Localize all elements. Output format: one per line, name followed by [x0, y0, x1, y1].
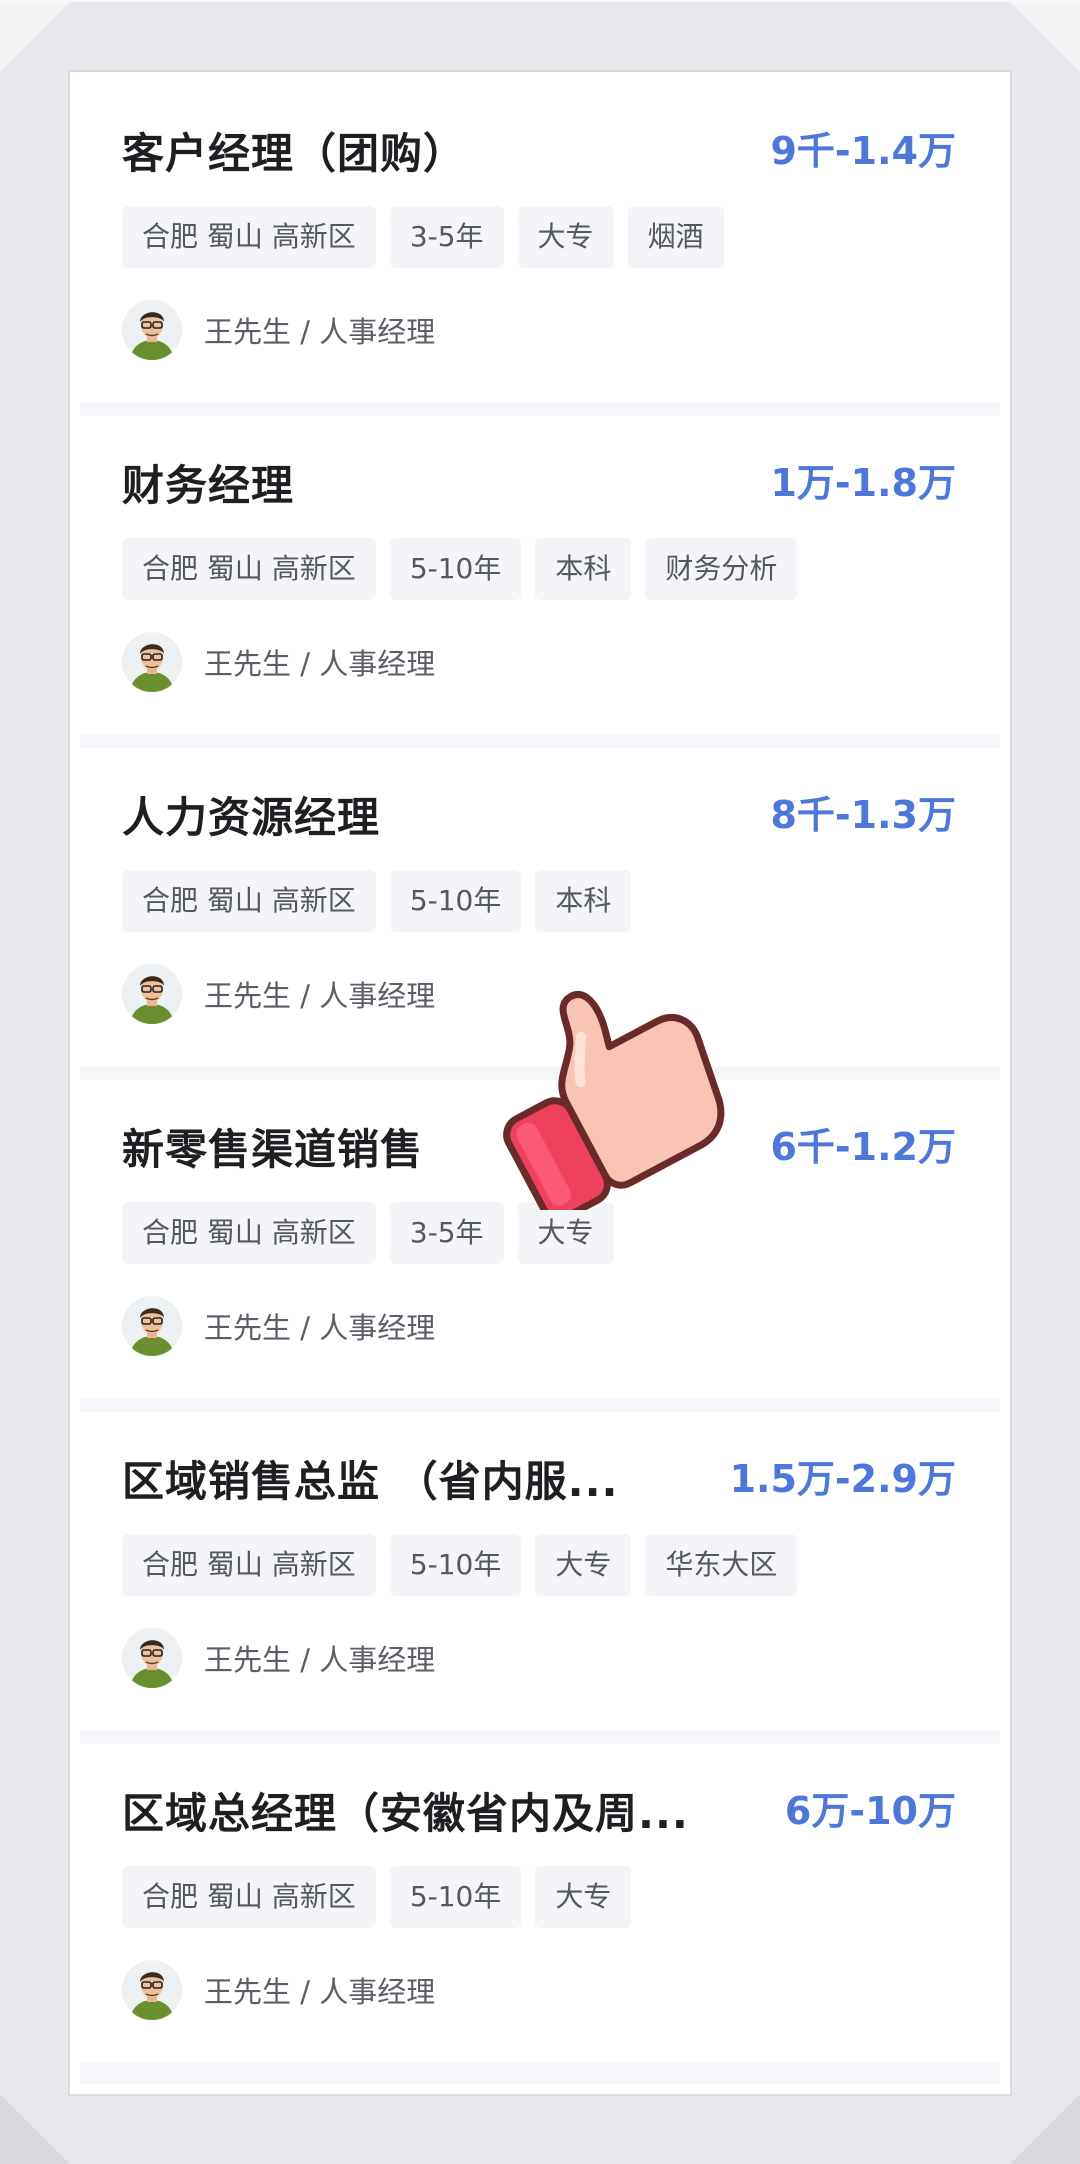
job-poster: 王先生 / 人事经理 [122, 1960, 435, 2020]
job-tags: 合肥 蜀山 高新区 5-10年 大专 [122, 1866, 632, 1928]
job-card[interactable]: 财务经理 1万-1.8万 合肥 蜀山 高新区 5-10年 本科 财务分析 王先生… [80, 416, 1000, 734]
job-salary: 9千-1.4万 [770, 129, 956, 173]
avatar [122, 300, 182, 360]
education-tag: 大专 [517, 206, 614, 268]
avatar [122, 1628, 182, 1688]
job-card[interactable]: 客户经理（团购） 9千-1.4万 合肥 蜀山 高新区 3-5年 大专 烟酒 王先… [80, 84, 1000, 402]
experience-tag: 5-10年 [389, 1866, 522, 1928]
poster-name: 王先生 / 人事经理 [204, 979, 436, 1013]
job-tags: 合肥 蜀山 高新区 5-10年 本科 财务分析 [122, 538, 798, 600]
experience-tag: 3-5年 [389, 206, 504, 268]
job-poster: 王先生 / 人事经理 [122, 1296, 435, 1356]
location-tag: 合肥 蜀山 高新区 [122, 1866, 376, 1928]
location-tag: 合肥 蜀山 高新区 [122, 1202, 376, 1264]
job-title: 客户经理（团购） [122, 129, 467, 178]
location-tag: 合肥 蜀山 高新区 [122, 870, 376, 932]
avatar [122, 964, 182, 1024]
location-tag: 合肥 蜀山 高新区 [122, 206, 376, 268]
job-poster: 王先生 / 人事经理 [122, 964, 435, 1024]
frame-bevel [1010, 2094, 1080, 2164]
location-tag: 合肥 蜀山 高新区 [122, 538, 376, 600]
poster-name: 王先生 / 人事经理 [204, 1311, 436, 1345]
job-card[interactable]: 区域总经理（安徽省内及周... 6万-10万 合肥 蜀山 高新区 5-10年 大… [80, 1744, 1000, 2062]
poster-name: 王先生 / 人事经理 [204, 647, 436, 681]
poster-name: 王先生 / 人事经理 [204, 1643, 436, 1677]
job-salary: 8千-1.3万 [770, 793, 956, 837]
job-tags: 合肥 蜀山 高新区 3-5年 大专 [122, 1202, 614, 1264]
job-title: 新零售渠道销售 [122, 1125, 424, 1174]
job-title: 区域总经理（安徽省内及周... [122, 1789, 689, 1838]
job-tags: 合肥 蜀山 高新区 5-10年 本科 [122, 870, 632, 932]
region-tag: 华东大区 [645, 1534, 798, 1596]
skill-tag: 烟酒 [627, 206, 724, 268]
job-title: 人力资源经理 [122, 793, 381, 842]
location-tag: 合肥 蜀山 高新区 [122, 1534, 376, 1596]
job-tags: 合肥 蜀山 高新区 3-5年 大专 烟酒 [122, 206, 724, 268]
avatar [122, 632, 182, 692]
avatar [122, 1960, 182, 2020]
job-poster: 王先生 / 人事经理 [122, 300, 435, 360]
education-tag: 本科 [535, 870, 632, 932]
experience-tag: 5-10年 [389, 870, 522, 932]
education-tag: 大专 [517, 1202, 614, 1264]
job-salary: 6千-1.2万 [770, 1125, 956, 1169]
avatar [122, 1296, 182, 1356]
education-tag: 本科 [535, 538, 632, 600]
job-title: 财务经理 [122, 461, 295, 510]
job-salary: 6万-10万 [784, 1789, 956, 1833]
education-tag: 大专 [535, 1866, 632, 1928]
frame-bevel [0, 2094, 70, 2164]
job-card[interactable]: 区域销售总监 （省内服... 1.5万-2.9万 合肥 蜀山 高新区 5-10年… [80, 1412, 1000, 1730]
poster-name: 王先生 / 人事经理 [204, 315, 436, 349]
skill-tag: 财务分析 [645, 538, 798, 600]
frame-bevel [0, 2, 70, 72]
frame-bevel [1010, 2, 1080, 72]
job-poster: 王先生 / 人事经理 [122, 632, 435, 692]
poster-name: 王先生 / 人事经理 [204, 1975, 436, 2009]
education-tag: 大专 [535, 1534, 632, 1596]
job-salary: 1.5万-2.9万 [729, 1457, 956, 1501]
job-title: 区域销售总监 （省内服... [122, 1457, 619, 1506]
experience-tag: 3-5年 [389, 1202, 504, 1264]
experience-tag: 5-10年 [389, 1534, 522, 1596]
experience-tag: 5-10年 [389, 538, 522, 600]
job-tags: 合肥 蜀山 高新区 5-10年 大专 华东大区 [122, 1534, 798, 1596]
job-salary: 1万-1.8万 [770, 461, 956, 505]
thumbs-up-icon [503, 990, 725, 1210]
job-poster: 王先生 / 人事经理 [122, 1628, 435, 1688]
